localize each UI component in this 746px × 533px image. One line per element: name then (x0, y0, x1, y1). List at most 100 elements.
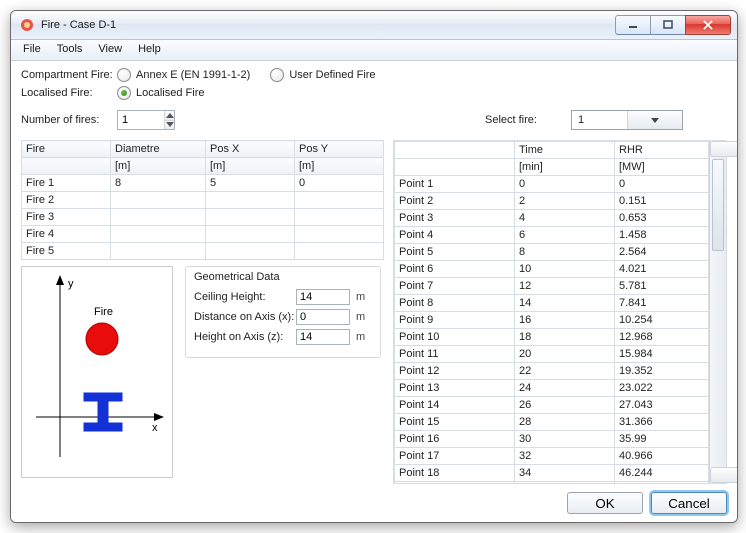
table-row[interactable]: Point 112015.984 (395, 346, 709, 363)
table-row[interactable]: Point 163035.99 (395, 431, 709, 448)
table-cell[interactable]: 12.968 (615, 329, 709, 346)
table-cell[interactable]: 2.564 (615, 244, 709, 261)
table-row[interactable]: Point 173240.966 (395, 448, 709, 465)
points-scrollbar[interactable] (709, 141, 726, 483)
table-cell[interactable]: 0 (295, 175, 384, 192)
table-cell[interactable] (295, 226, 384, 243)
table-cell[interactable]: Point 2 (395, 193, 515, 210)
minimize-button[interactable] (615, 15, 651, 35)
table-cell[interactable]: 32 (515, 448, 615, 465)
table-cell[interactable]: Point 15 (395, 414, 515, 431)
col-rhr[interactable]: RHR (615, 142, 709, 159)
table-cell[interactable]: Point 6 (395, 261, 515, 278)
table-cell[interactable]: Point 17 (395, 448, 515, 465)
table-cell[interactable] (111, 243, 206, 260)
table-cell[interactable] (295, 192, 384, 209)
table-cell[interactable]: Fire 4 (22, 226, 111, 243)
table-cell[interactable]: Point 11 (395, 346, 515, 363)
table-cell[interactable]: 0 (515, 176, 615, 193)
table-cell[interactable]: 40.966 (615, 448, 709, 465)
combo-arrow-button[interactable] (627, 111, 683, 129)
select-fire-combo[interactable]: 1 (571, 110, 683, 130)
table-row[interactable]: Fire 5 (22, 243, 384, 260)
number-of-fires-input[interactable] (118, 111, 164, 129)
table-row[interactable]: Fire 1850 (22, 175, 384, 192)
col-point[interactable] (395, 142, 515, 159)
table-cell[interactable] (111, 226, 206, 243)
table-row[interactable]: Point 6104.021 (395, 261, 709, 278)
table-cell[interactable] (111, 192, 206, 209)
col-posy[interactable]: Pos Y (295, 141, 384, 158)
spinner-down-button[interactable] (165, 121, 174, 130)
table-cell[interactable] (206, 226, 295, 243)
radio-annex-e[interactable]: Annex E (EN 1991-1-2) (117, 68, 250, 82)
table-cell[interactable]: Point 16 (395, 431, 515, 448)
table-cell[interactable]: Point 18 (395, 465, 515, 482)
table-cell[interactable]: 12 (515, 278, 615, 295)
table-cell[interactable]: 8 (111, 175, 206, 192)
table-cell[interactable]: 15.984 (615, 346, 709, 363)
table-cell[interactable]: Point 19 (395, 482, 515, 484)
table-row[interactable]: Fire 3 (22, 209, 384, 226)
table-row[interactable]: Point 91610.254 (395, 312, 709, 329)
table-cell[interactable]: Point 8 (395, 295, 515, 312)
table-row[interactable]: Fire 2 (22, 192, 384, 209)
number-of-fires-spinner[interactable] (117, 110, 175, 130)
table-cell[interactable]: Point 5 (395, 244, 515, 261)
table-row[interactable]: Point 152831.366 (395, 414, 709, 431)
table-cell[interactable]: 8 (515, 244, 615, 261)
table-cell[interactable] (295, 243, 384, 260)
table-cell[interactable]: 6 (515, 227, 615, 244)
table-cell[interactable]: Point 12 (395, 363, 515, 380)
scroll-down-button[interactable] (710, 467, 737, 483)
table-row[interactable]: Point 7125.781 (395, 278, 709, 295)
table-row[interactable]: Point 142627.043 (395, 397, 709, 414)
menu-tools[interactable]: Tools (49, 40, 91, 60)
table-cell[interactable]: 16 (515, 312, 615, 329)
menu-file[interactable]: File (15, 40, 49, 60)
table-cell[interactable]: 4 (515, 210, 615, 227)
table-cell[interactable]: 50.265 (615, 482, 709, 484)
col-fire[interactable]: Fire (22, 141, 111, 158)
table-cell[interactable]: 28 (515, 414, 615, 431)
table-cell[interactable]: 23.022 (615, 380, 709, 397)
table-cell[interactable] (206, 192, 295, 209)
table-row[interactable]: Fire 4 (22, 226, 384, 243)
table-cell[interactable]: 34 (515, 465, 615, 482)
table-cell[interactable]: 0.151 (615, 193, 709, 210)
table-cell[interactable]: 36 (515, 482, 615, 484)
table-row[interactable]: Point 220.151 (395, 193, 709, 210)
ok-button[interactable]: OK (567, 492, 643, 514)
table-cell[interactable] (206, 209, 295, 226)
table-row[interactable]: Point 122219.352 (395, 363, 709, 380)
table-cell[interactable]: 22 (515, 363, 615, 380)
table-cell[interactable]: 27.043 (615, 397, 709, 414)
table-cell[interactable]: Point 10 (395, 329, 515, 346)
table-cell[interactable]: 5.781 (615, 278, 709, 295)
radio-user-defined[interactable]: User Defined Fire (270, 68, 375, 82)
col-posx[interactable]: Pos X (206, 141, 295, 158)
table-cell[interactable]: 2 (515, 193, 615, 210)
table-cell[interactable]: Fire 1 (22, 175, 111, 192)
table-cell[interactable]: Fire 5 (22, 243, 111, 260)
table-cell[interactable]: Fire 3 (22, 209, 111, 226)
table-cell[interactable]: Point 1 (395, 176, 515, 193)
table-cell[interactable]: Point 4 (395, 227, 515, 244)
table-cell[interactable]: 7.841 (615, 295, 709, 312)
table-row[interactable]: Point 8147.841 (395, 295, 709, 312)
table-cell[interactable]: 1.458 (615, 227, 709, 244)
table-cell[interactable]: Point 7 (395, 278, 515, 295)
table-cell[interactable]: 18 (515, 329, 615, 346)
scroll-thumb[interactable] (712, 159, 724, 251)
table-row[interactable]: Point 461.458 (395, 227, 709, 244)
table-cell[interactable]: 20 (515, 346, 615, 363)
col-diametre[interactable]: Diametre (111, 141, 206, 158)
table-row[interactable]: Point 582.564 (395, 244, 709, 261)
table-cell[interactable]: 0.653 (615, 210, 709, 227)
table-cell[interactable]: 0 (615, 176, 709, 193)
table-row[interactable]: Point 132423.022 (395, 380, 709, 397)
spinner-up-button[interactable] (165, 111, 174, 121)
table-row[interactable]: Point 193650.265 (395, 482, 709, 484)
table-row[interactable]: Point 100 (395, 176, 709, 193)
table-cell[interactable]: 14 (515, 295, 615, 312)
